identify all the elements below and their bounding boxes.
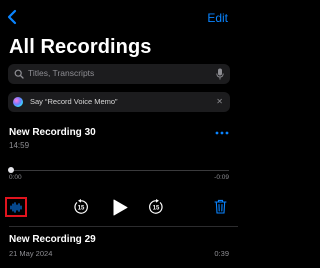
skip-forward-15-icon[interactable]: 15 <box>148 199 164 215</box>
close-icon[interactable]: ✕ <box>216 97 223 106</box>
search-field[interactable]: Titles, Transcripts <box>8 64 230 84</box>
elapsed-time: 0:00 <box>9 174 22 181</box>
skip-forward-seconds: 15 <box>153 206 160 212</box>
row-divider <box>9 226 238 227</box>
recording-title[interactable]: New Recording 29 <box>9 234 96 245</box>
playback-scrubber[interactable] <box>9 170 229 171</box>
back-chevron-icon[interactable] <box>5 9 19 25</box>
waveform-icon <box>10 202 22 213</box>
microphone-icon[interactable] <box>216 68 224 80</box>
siri-orb-icon <box>13 97 23 107</box>
recording-duration: 14:59 <box>9 141 30 150</box>
skip-back-seconds: 15 <box>78 206 85 212</box>
scrubber-handle[interactable] <box>8 167 14 173</box>
trash-icon[interactable] <box>214 199 227 214</box>
recording-title[interactable]: New Recording 30 <box>9 127 96 138</box>
edit-button[interactable]: Edit <box>207 11 228 25</box>
remaining-time: -0:09 <box>214 174 229 181</box>
edit-waveform-button[interactable] <box>5 197 27 217</box>
page-title: All Recordings <box>9 36 152 58</box>
more-options-icon[interactable] <box>215 131 229 135</box>
siri-tip-text: Say “Record Voice Memo” <box>30 97 118 106</box>
search-placeholder: Titles, Transcripts <box>28 68 95 78</box>
skip-back-15-icon[interactable]: 15 <box>73 199 89 215</box>
play-icon[interactable] <box>112 199 128 216</box>
recording-duration: 0:39 <box>214 249 229 258</box>
recording-date: 21 May 2024 <box>9 249 53 258</box>
search-icon <box>14 69 24 79</box>
siri-tip-banner[interactable]: Say “Record Voice Memo” ✕ <box>8 92 230 112</box>
